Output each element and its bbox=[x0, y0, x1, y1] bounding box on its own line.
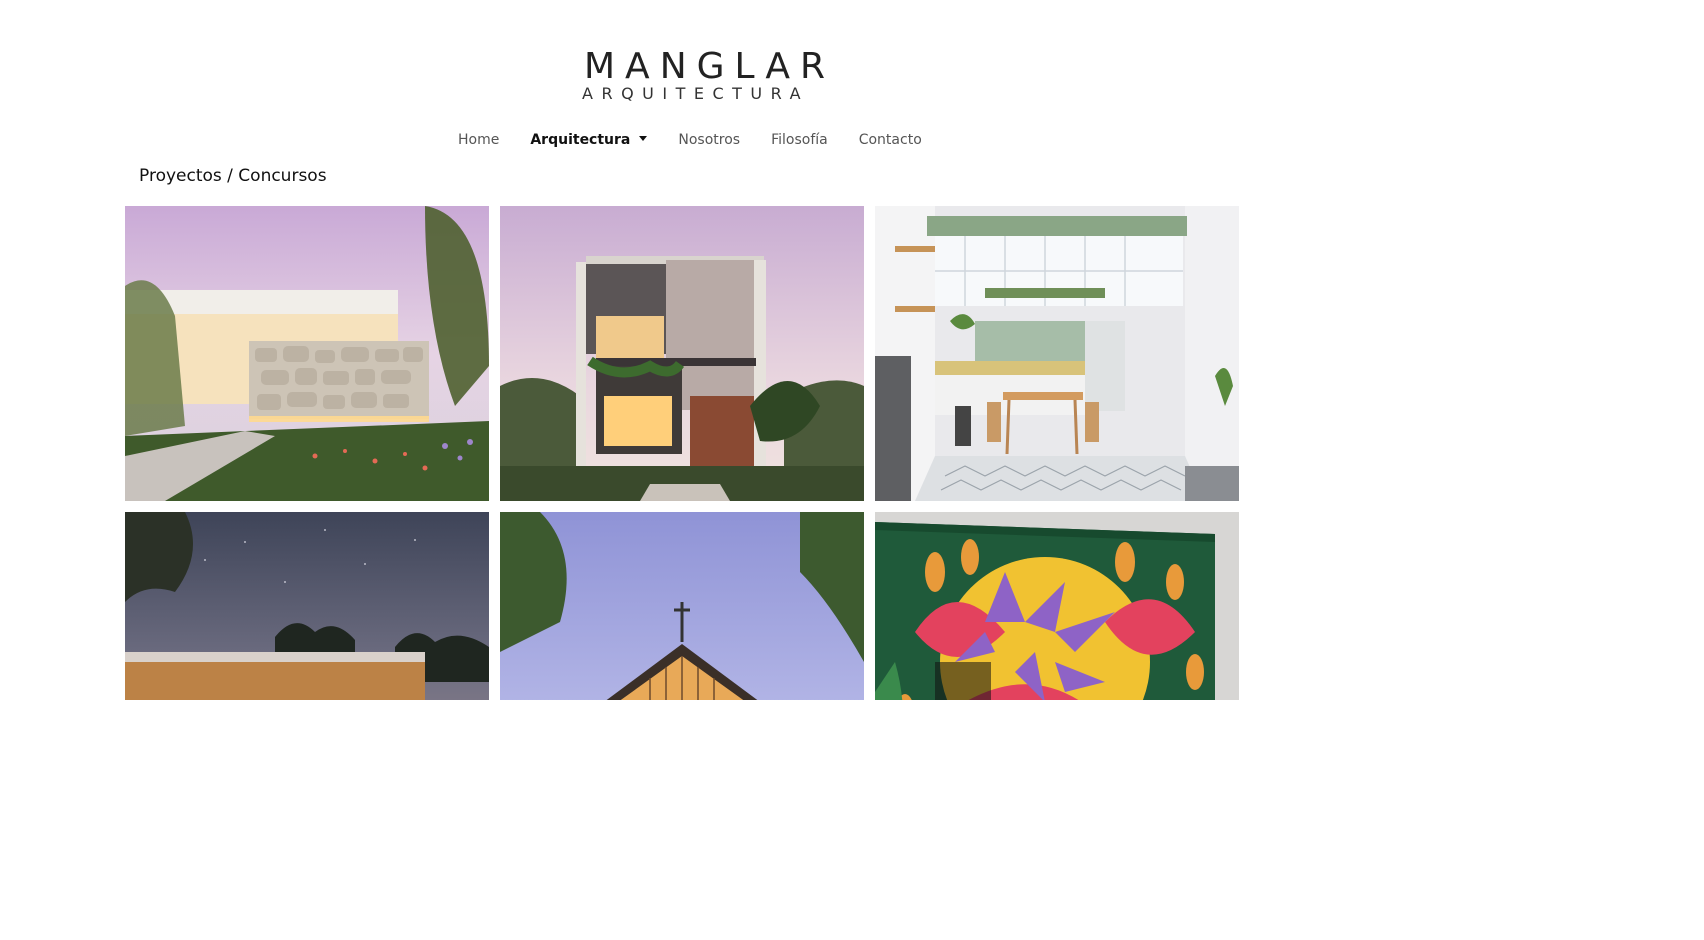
nav-item-arquitectura[interactable]: Arquitectura bbox=[530, 129, 648, 151]
nav-item-filosofia[interactable]: Filosofía bbox=[771, 129, 828, 151]
project-tile-flower-mural[interactable] bbox=[875, 512, 1239, 700]
nav-item-arquitectura-label: Arquitectura bbox=[530, 132, 631, 148]
project-tile-chapel[interactable] bbox=[500, 512, 864, 700]
project-gallery bbox=[125, 206, 1239, 700]
project-image-stone-house bbox=[125, 206, 489, 501]
project-image-flower-mural bbox=[875, 512, 1239, 700]
project-image-chapel bbox=[500, 512, 864, 700]
project-tile-kitchen-interior[interactable] bbox=[875, 206, 1239, 501]
project-image-night-pavilion bbox=[125, 512, 489, 700]
caret-down-icon bbox=[639, 136, 648, 141]
main-nav: Home Arquitectura Nosotros Filosofía Con… bbox=[458, 129, 953, 151]
nav-item-nosotros[interactable]: Nosotros bbox=[678, 129, 740, 151]
nav-item-contacto[interactable]: Contacto bbox=[859, 129, 922, 151]
brand-name: MANGLAR bbox=[584, 46, 836, 87]
project-tile-stone-house[interactable] bbox=[125, 206, 489, 501]
project-tile-night-pavilion[interactable] bbox=[125, 512, 489, 700]
project-tile-two-story-house[interactable] bbox=[500, 206, 864, 501]
breadcrumb: Proyectos / Concursos bbox=[139, 166, 327, 186]
project-image-kitchen-interior bbox=[875, 206, 1239, 501]
brand-subtitle: ARQUITECTURA bbox=[582, 84, 810, 103]
brand-logo[interactable]: MANGLAR ARQUITECTURA bbox=[578, 46, 836, 103]
nav-item-home[interactable]: Home bbox=[458, 129, 499, 151]
project-image-two-story-house bbox=[500, 206, 864, 501]
